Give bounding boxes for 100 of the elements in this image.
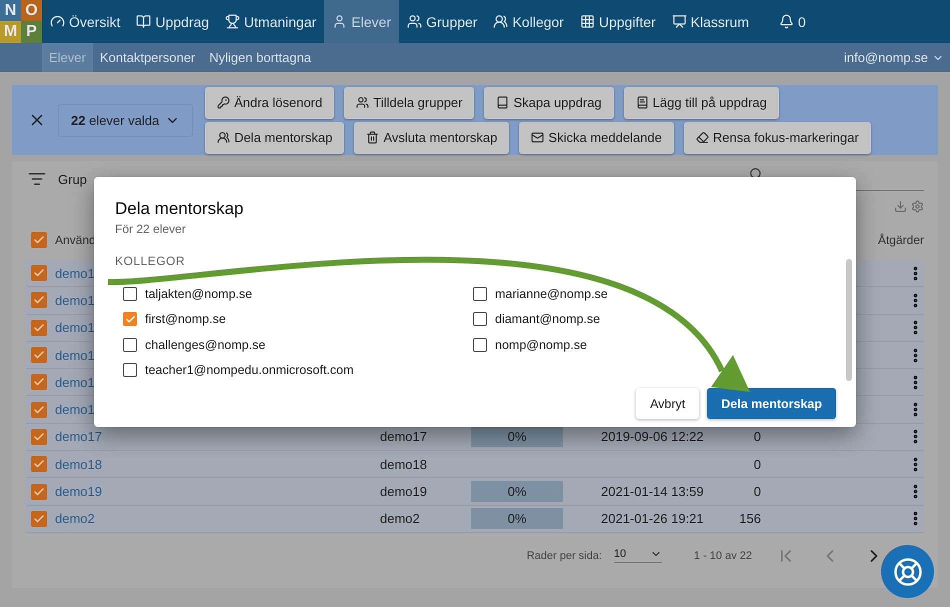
action-button[interactable]: Skapa uppdrag — [484, 86, 614, 118]
sub-nav-tab[interactable]: Kontaktpersoner — [92, 43, 202, 72]
nav-item[interactable]: Klassrum — [664, 0, 758, 43]
share-button[interactable]: Dela mentorskap — [707, 388, 836, 419]
lifebuoy-icon — [892, 556, 922, 586]
rows-per-page-label: Rader per sida: — [526, 550, 602, 562]
table-cell-text: 2021-01-26 19:21 — [601, 511, 705, 526]
check-icon — [33, 322, 45, 334]
nav-item[interactable]: 0 — [771, 0, 814, 43]
row-checkbox[interactable] — [31, 428, 47, 445]
action-button[interactable]: Tilldela grupper — [344, 86, 474, 118]
check-icon — [33, 234, 45, 246]
action-button[interactable]: Dela mentorskap — [205, 122, 344, 154]
row-checkbox[interactable] — [31, 456, 47, 472]
check-icon — [33, 404, 45, 416]
settings-icon[interactable] — [911, 200, 924, 212]
table-cell-text: 2021-01-14 13:59 — [601, 484, 705, 500]
table-cell-text: demo2 — [380, 511, 421, 526]
colleague-email: challenges@nomp.se — [145, 338, 266, 352]
table-cell-text: 0 — [752, 429, 761, 444]
action-icon — [496, 96, 510, 109]
table-cell-text: demo17 — [380, 429, 428, 444]
select-all-checkbox[interactable] — [31, 232, 47, 248]
nav-item[interactable]: Uppdrag — [128, 0, 218, 43]
nav-icon — [50, 14, 65, 29]
nav-item[interactable]: Grupper — [399, 0, 486, 43]
colleague-checkbox[interactable] — [123, 338, 137, 352]
nav-item[interactable]: Översikt — [42, 0, 128, 43]
nav-item[interactable]: Elever — [324, 0, 400, 43]
scrollbar[interactable] — [846, 259, 852, 381]
logo-letter: M — [0, 21, 21, 43]
colleague-checkbox[interactable] — [473, 338, 487, 352]
logo-letter: O — [21, 0, 42, 21]
table-cell-text: 0 — [752, 484, 761, 500]
row-checkbox[interactable] — [31, 292, 47, 308]
action-icon — [696, 131, 709, 144]
filter-label: Grup — [58, 172, 87, 186]
row-checkbox[interactable] — [31, 510, 47, 527]
colleague-checkbox[interactable] — [473, 312, 487, 326]
action-button[interactable]: Rensa fokus-markeringar — [684, 122, 871, 154]
action-icon — [531, 131, 544, 144]
action-icon — [356, 96, 370, 109]
row-checkbox[interactable] — [31, 265, 47, 282]
table-cell-text: demo19 — [380, 484, 428, 500]
sub-nav-tab[interactable]: Nyligen borttagna — [202, 43, 318, 72]
action-button[interactable]: Avsluta mentorskap — [354, 122, 510, 154]
download-icon[interactable] — [894, 200, 907, 212]
colleague-email: marianne@nomp.se — [495, 286, 608, 301]
cancel-button[interactable]: Avbryt — [636, 388, 700, 419]
nav-icon — [672, 14, 687, 29]
nav-icon — [779, 14, 794, 29]
row-checkbox[interactable] — [31, 402, 47, 418]
colleague-checkbox[interactable] — [123, 286, 137, 301]
progress-cell: 0% — [471, 481, 563, 502]
check-icon — [33, 430, 45, 443]
colleague-email: first@nomp.se — [145, 312, 226, 326]
dialog-title: Dela mentorskap — [115, 199, 245, 219]
nav-item[interactable]: Kollegor — [485, 0, 572, 43]
table-cell-text: 156 — [738, 511, 761, 526]
nav-item[interactable]: Uppgifter — [572, 0, 664, 43]
user-menu[interactable]: info@nomp.se — [844, 43, 950, 72]
filter-icon[interactable] — [28, 170, 46, 188]
logo-letter: N — [0, 0, 21, 21]
rows-per-page-select[interactable]: 10 — [614, 548, 662, 564]
row-checkbox[interactable] — [31, 374, 47, 390]
section-heading: KOLLEGOR — [115, 254, 186, 268]
dialog-subtitle: För 22 elever — [115, 222, 187, 236]
check-icon — [124, 314, 136, 325]
nav-icon — [225, 14, 240, 29]
action-button[interactable]: Skicka meddelande — [519, 122, 674, 154]
action-icon — [366, 131, 380, 144]
row-checkbox[interactable] — [31, 320, 47, 336]
nav-item[interactable]: Utmaningar — [217, 0, 324, 43]
nav-icon — [332, 14, 348, 29]
nav-icon — [493, 14, 508, 29]
check-icon — [33, 486, 45, 498]
action-button[interactable]: Lägg till på uppdrag — [624, 86, 779, 118]
nav-icon — [580, 14, 595, 29]
selection-count: 22 elever valda — [71, 112, 160, 128]
colleague-email: teacher1@nompedu.onmicrosoft.com — [145, 363, 354, 378]
row-checkbox[interactable] — [31, 347, 47, 364]
selection-count-dropdown[interactable]: 22 elever valda — [58, 104, 194, 136]
colleague-email: taljakten@nomp.se — [145, 286, 252, 301]
column-header: Åtgärder — [878, 233, 924, 247]
check-icon — [33, 512, 45, 525]
colleague-checkbox[interactable] — [123, 312, 137, 326]
row-checkbox[interactable] — [31, 484, 47, 500]
colleague-email: nomp@nomp.se — [495, 338, 587, 352]
action-button[interactable]: Ändra lösenord — [205, 86, 334, 118]
colleague-checkbox[interactable] — [473, 286, 487, 301]
action-icon — [217, 96, 230, 109]
logo-letter: P — [21, 21, 42, 43]
action-icon — [636, 96, 649, 109]
colleague-checkbox[interactable] — [123, 363, 137, 378]
table-cell-text: demo18 — [380, 456, 428, 472]
table-cell-text: 2019-09-06 12:22 — [601, 429, 705, 444]
colleague-email: diamant@nomp.se — [495, 312, 600, 326]
table-cell-text: 0 — [752, 456, 761, 472]
progress-cell: 0% — [471, 508, 563, 530]
page-range: 1 - 10 av 22 — [694, 550, 752, 562]
